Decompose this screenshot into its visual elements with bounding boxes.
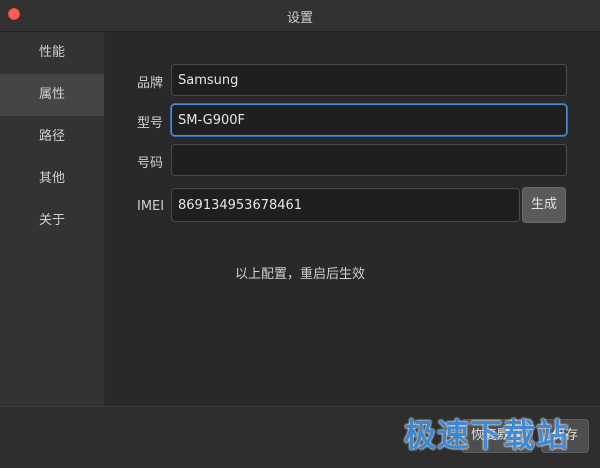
imei-field[interactable] <box>171 188 520 222</box>
sidebar-item-properties[interactable]: 属性 <box>0 74 104 116</box>
number-field[interactable] <box>171 144 567 176</box>
sidebar-item-performance[interactable]: 性能 <box>0 32 104 74</box>
imei-label: IMEI <box>137 199 165 214</box>
model-label: 型号 <box>137 116 164 131</box>
number-label: 号码 <box>137 156 164 171</box>
brand-label: 品牌 <box>137 76 164 91</box>
sidebar-item-about[interactable]: 关于 <box>0 200 104 242</box>
title-bar: 设置 <box>0 0 600 32</box>
generate-imei-button[interactable]: 生成 <box>522 187 566 223</box>
window-title: 设置 <box>286 11 313 26</box>
brand-field[interactable] <box>171 64 567 96</box>
settings-sidebar: 性能 属性 路径 其他 关于 <box>0 32 104 406</box>
sidebar-item-paths[interactable]: 路径 <box>0 116 104 158</box>
sidebar-item-other[interactable]: 其他 <box>0 158 104 200</box>
restart-hint: 以上配置，重启后生效 <box>234 267 365 282</box>
site-watermark: 极速下载站 <box>404 416 570 454</box>
model-field[interactable] <box>171 104 567 136</box>
